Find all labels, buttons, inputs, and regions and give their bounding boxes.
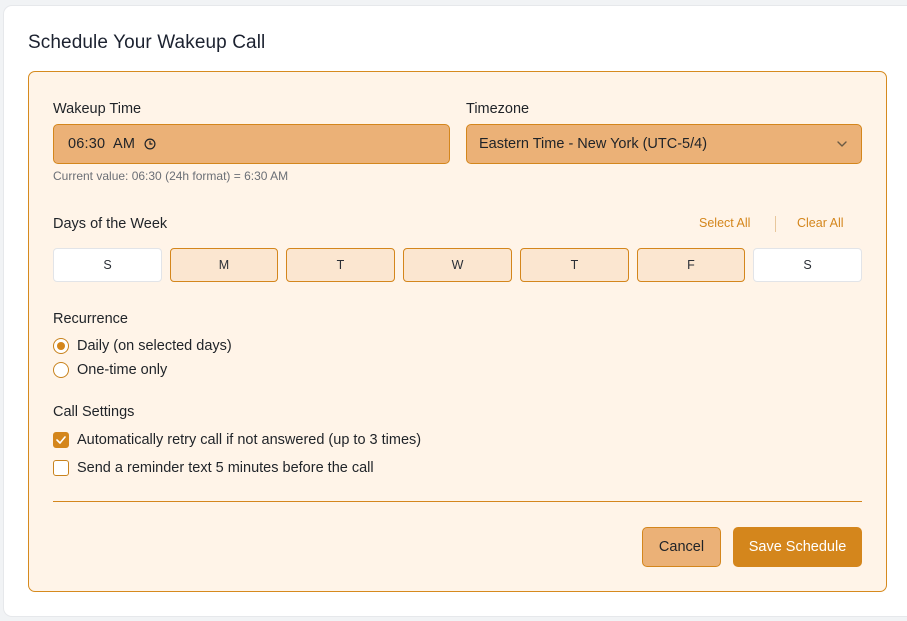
wakeup-time-value: 06:30 AM: [68, 136, 136, 152]
day-button-monday[interactable]: M: [170, 248, 278, 282]
day-button-sunday[interactable]: S: [53, 248, 162, 282]
page-title: Schedule Your Wakeup Call: [28, 32, 266, 53]
call-settings-label: Call Settings: [53, 404, 135, 420]
one-time-radio[interactable]: [53, 362, 69, 378]
recurrence-label: Recurrence: [53, 311, 128, 327]
day-button-thursday[interactable]: T: [520, 248, 629, 282]
recurrence-option-one-time[interactable]: One-time only: [53, 362, 167, 378]
clear-all-link[interactable]: Clear All: [797, 216, 844, 230]
cancel-button[interactable]: Cancel: [642, 527, 721, 567]
schedule-form: Wakeup Time 06:30 AM Current value: 06:3…: [28, 71, 887, 592]
day-button-saturday[interactable]: S: [753, 248, 862, 282]
retry-checkbox-label: Automatically retry call if not answered…: [77, 432, 422, 448]
daily-radio-label: Daily (on selected days): [77, 338, 232, 354]
chevron-down-icon: [837, 141, 847, 147]
one-time-radio-label: One-time only: [77, 362, 168, 378]
daily-radio[interactable]: [53, 338, 69, 354]
recurrence-option-daily[interactable]: Daily (on selected days): [53, 338, 232, 354]
reminder-checkbox-label: Send a reminder text 5 minutes before th…: [77, 460, 374, 476]
wakeup-time-helper: Current value: 06:30 (24h format) = 6:30…: [53, 169, 289, 183]
day-button-friday[interactable]: F: [637, 248, 745, 282]
wakeup-time-label: Wakeup Time: [53, 101, 142, 117]
retry-checkbox[interactable]: [53, 432, 69, 448]
day-button-tuesday[interactable]: T: [286, 248, 395, 282]
clock-icon[interactable]: [144, 138, 156, 150]
timezone-label: Timezone: [466, 101, 530, 117]
reminder-checkbox[interactable]: [53, 460, 69, 476]
form-divider: [53, 501, 862, 502]
days-of-week-label: Days of the Week: [53, 216, 168, 232]
links-divider: [775, 216, 776, 232]
reminder-text-option[interactable]: Send a reminder text 5 minutes before th…: [53, 460, 374, 476]
timezone-selected-value: Eastern Time - New York (UTC-5/4): [479, 136, 708, 152]
radio-selected-dot: [57, 342, 65, 350]
select-all-link[interactable]: Select All: [699, 216, 750, 230]
retry-call-option[interactable]: Automatically retry call if not answered…: [53, 432, 421, 448]
day-button-wednesday[interactable]: W: [403, 248, 512, 282]
checkmark-icon: [56, 436, 66, 444]
timezone-select[interactable]: Eastern Time - New York (UTC-5/4): [466, 124, 862, 164]
save-schedule-button[interactable]: Save Schedule: [733, 527, 862, 567]
wakeup-time-input[interactable]: 06:30 AM: [53, 124, 450, 164]
